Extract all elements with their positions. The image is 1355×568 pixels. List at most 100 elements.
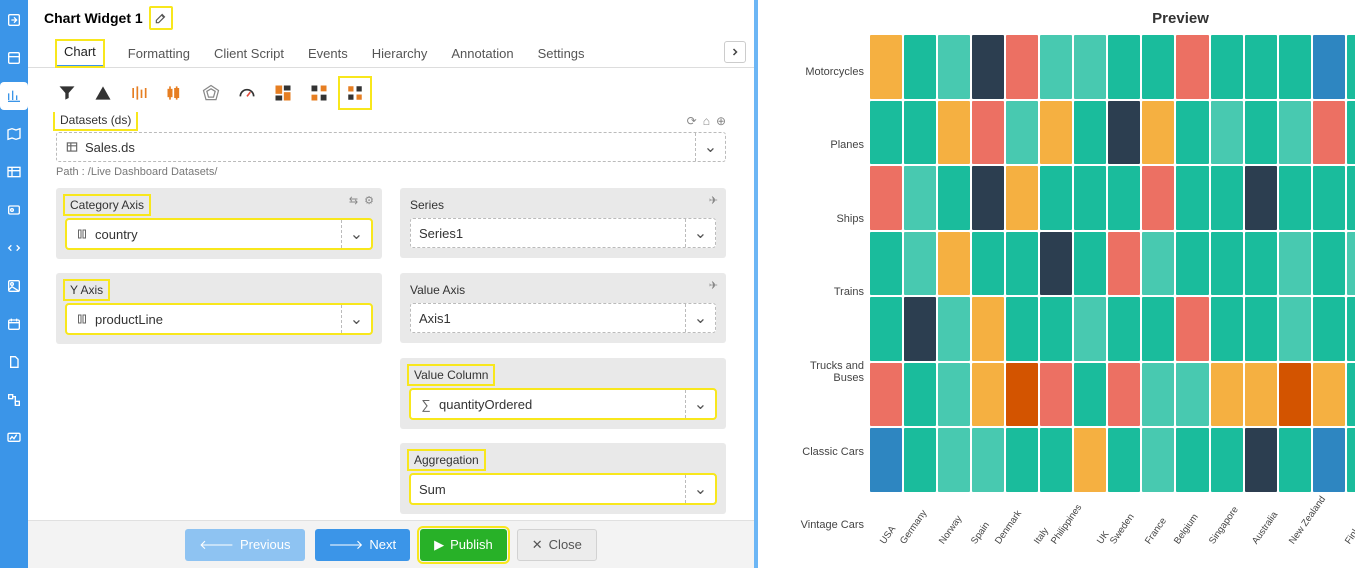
chevron-down-icon[interactable]: ⌄ [685,390,715,418]
dataset-select[interactable]: Sales.ds ⌄ [56,132,726,162]
heatmap-cell [1279,166,1311,230]
heatmap-cell [1176,35,1208,99]
tab-formatting[interactable]: Formatting [128,46,190,67]
rail-item-map[interactable] [0,120,28,148]
chart-type-pyramid-icon[interactable] [92,82,114,104]
chart-type-heatmap-icon[interactable] [344,82,366,104]
heatmap-cell [904,297,936,361]
heatmap-cell [1142,101,1174,165]
heatmap-cell [1245,297,1277,361]
chevron-down-icon[interactable]: ⌄ [685,475,715,503]
chart-type-funnel-icon[interactable] [56,82,78,104]
chart-type-gauge-icon[interactable] [236,82,258,104]
previous-button[interactable]: 🡐 Previous [185,529,304,561]
heatmap-cell [938,428,970,492]
heatmap-cell [1074,363,1106,427]
category-axis-select[interactable]: country ⌄ [66,219,372,249]
dataset-add-icon[interactable]: ⊕ [716,114,726,128]
close-button[interactable]: ✕ Close [517,529,597,561]
heatmap-cell [1108,363,1140,427]
rail-item-image[interactable] [0,272,28,300]
series-send-icon[interactable]: ✈ [709,194,718,207]
chart-type-candlestick-icon[interactable] [164,82,186,104]
rail-item-monitor[interactable] [0,424,28,452]
heatmap-cell [1176,166,1208,230]
category-axis-label: Category Axis [66,197,148,213]
column-icon [75,227,89,241]
rail-item-export[interactable] [0,6,28,34]
tab-events[interactable]: Events [308,46,348,67]
chart-type-toolbar [28,68,754,112]
chevron-down-icon[interactable]: ⌄ [341,220,371,248]
value-axis-send-icon[interactable]: ✈ [709,279,718,292]
aggregation-select[interactable]: Sum ⌄ [410,474,716,504]
rail-item-card[interactable] [0,196,28,224]
chevron-down-icon[interactable]: ⌄ [695,133,725,161]
rail-item-code[interactable] [0,234,28,262]
heatmap-cell [1040,166,1072,230]
category-gear-icon[interactable]: ⚙ [364,194,374,207]
heatmap-cell [1211,428,1243,492]
category-axis-value: country [95,227,138,242]
heatmap-cell [1040,35,1072,99]
heatmap-cell [1040,363,1072,427]
page-title: Chart Widget 1 [44,10,143,26]
heatmap-cell [1279,101,1311,165]
heatmap-cell [1108,232,1140,296]
tab-bar: Chart Formatting Client Script Events Hi… [28,36,754,68]
y-axis-select[interactable]: productLine ⌄ [66,304,372,334]
tab-chart[interactable]: Chart [56,40,104,67]
heatmap-cell [1176,428,1208,492]
chart-type-stock-icon[interactable] [128,82,150,104]
heatmap-cell [938,35,970,99]
heatmap-cell [1074,166,1106,230]
value-column-select[interactable]: ∑ quantityOrdered ⌄ [410,389,716,419]
heatmap-cell [1006,297,1038,361]
heatmap-cell [972,428,1004,492]
publish-button[interactable]: ▶ Publish [420,529,507,561]
rail-item-tree[interactable] [0,386,28,414]
rail-item-layout[interactable] [0,44,28,72]
heatmap-cell [870,297,902,361]
rail-item-file[interactable] [0,348,28,376]
heatmap-cell [1245,428,1277,492]
left-nav-rail [0,0,28,568]
series-select[interactable]: Series1 ⌄ [410,218,716,248]
heatmap-cell [1347,35,1355,99]
tab-settings[interactable]: Settings [538,46,585,67]
heatmap-cell [1245,232,1277,296]
chart-type-grid-icon[interactable] [308,82,330,104]
dataset-refresh-icon[interactable]: ⟳ [687,114,697,128]
chevron-down-icon[interactable]: ⌄ [685,304,715,332]
edit-title-icon[interactable] [149,6,173,30]
rail-item-chart[interactable] [0,82,28,110]
heatmap-cell [1279,428,1311,492]
value-axis-select[interactable]: Axis1 ⌄ [410,303,716,333]
heatmap-cell [1074,428,1106,492]
heatmap-cell [1211,35,1243,99]
rail-item-table[interactable] [0,158,28,186]
dataset-home-icon[interactable]: ⌂ [703,114,710,128]
heatmap-cell [1313,101,1345,165]
tab-annotation[interactable]: Annotation [451,46,513,67]
series-label: Series [410,198,444,212]
sigma-icon: ∑ [419,397,433,411]
next-button[interactable]: 🡒 Next [315,529,411,561]
heatmap-cell [1006,232,1038,296]
category-tree-icon[interactable]: ⇆ [349,194,358,207]
chart-type-radar-icon[interactable] [200,82,222,104]
tab-hierarchy[interactable]: Hierarchy [372,46,428,67]
heatmap-cell [1211,166,1243,230]
tab-client-script[interactable]: Client Script [214,46,284,67]
chevron-down-icon[interactable]: ⌄ [685,219,715,247]
rail-item-calendar[interactable] [0,310,28,338]
tabs-scroll-right-icon[interactable] [724,41,746,63]
value-column-label: Value Column [410,367,492,383]
chart-type-treemap-icon[interactable] [272,82,294,104]
heatmap-cell [1074,101,1106,165]
y-axis-label: Y Axis [66,282,107,298]
chevron-down-icon[interactable]: ⌄ [341,305,371,333]
heatmap-chart: MotorcyclesPlanesShipsTrainsTrucks and B… [778,35,1355,562]
heatmap-cell [972,232,1004,296]
value-column-value: quantityOrdered [439,397,532,412]
